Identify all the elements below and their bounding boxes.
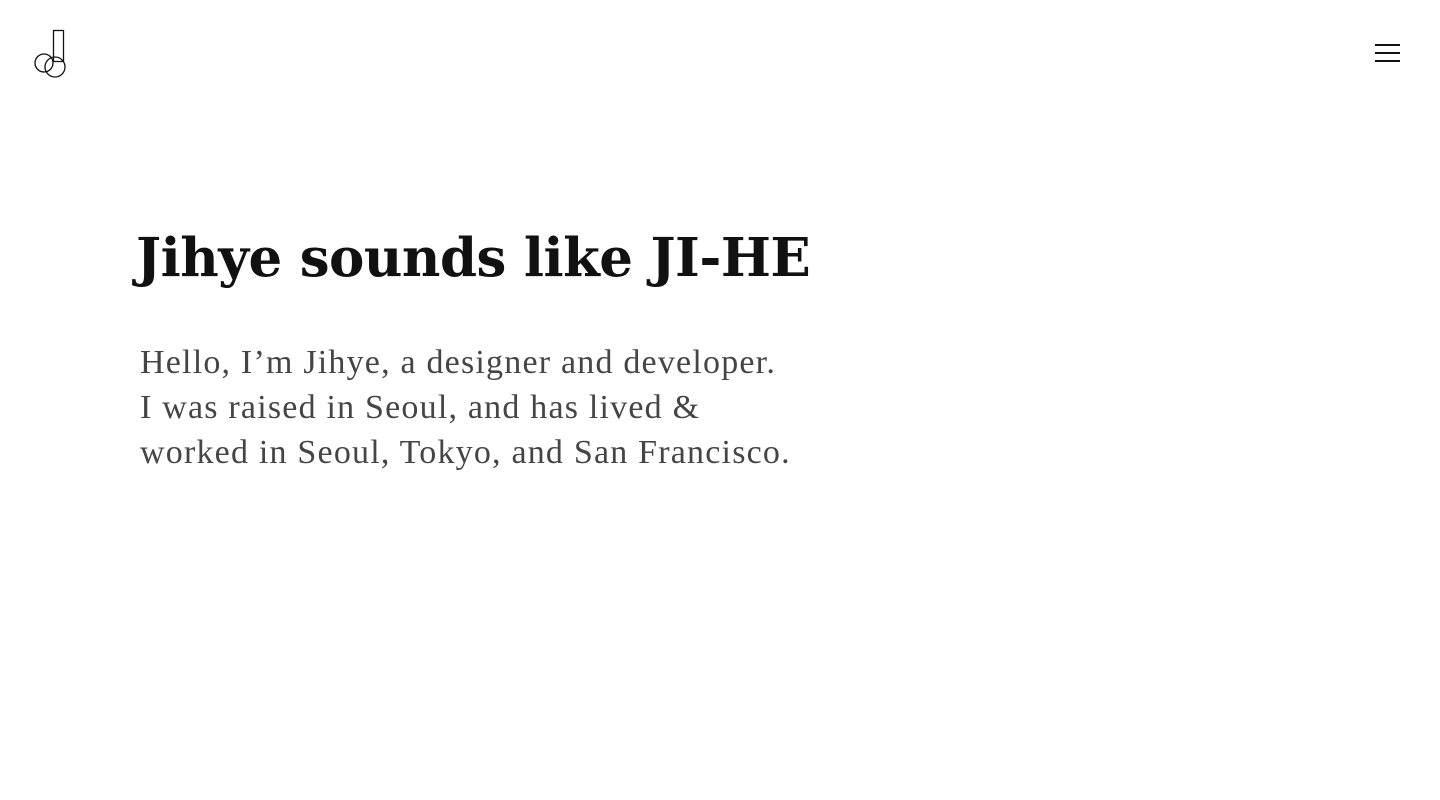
hamburger-menu-icon [1375,44,1400,46]
intro-line: Hello, I’m Jihye, a designer and develop… [140,344,777,381]
intro-line: worked in Seoul, Tokyo, and San Francisc… [140,434,791,471]
intro-paragraph: Hello, I’m Jihye, a designer and develop… [140,340,791,475]
logo-home-link[interactable] [33,29,67,79]
hamburger-menu-icon-bar [1375,60,1400,62]
hamburger-menu-icon-bar [1375,52,1400,54]
page: Jihye sounds like JI-HE Hello, I’m Jihye… [0,0,1440,800]
jd-monogram-logo-icon [34,29,66,78]
menu-button[interactable] [1372,40,1404,68]
intro-line: I was raised in Seoul, and has lived & [140,389,701,426]
page-title: Jihye sounds like JI-HE [136,227,811,289]
